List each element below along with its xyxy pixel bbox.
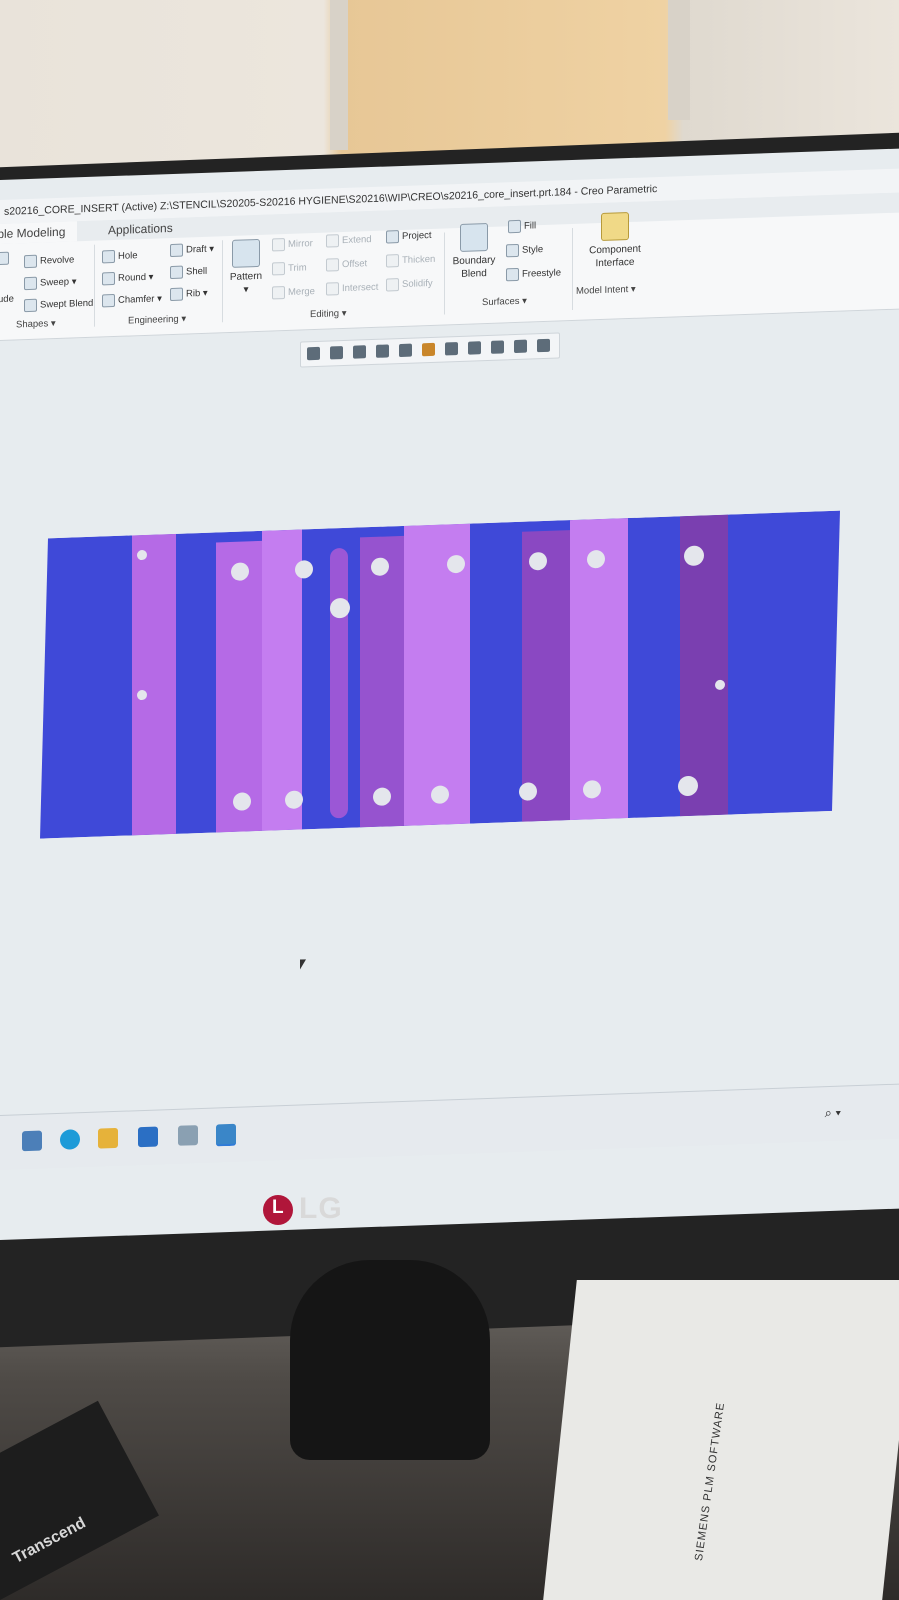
- file-explorer-icon[interactable]: [22, 1130, 42, 1152]
- windows-taskbar: ⌕ ▾: [0, 1083, 899, 1170]
- ribbon-separator: [572, 227, 573, 311]
- mail-icon[interactable]: [138, 1126, 158, 1148]
- display-style-icon[interactable]: [445, 342, 458, 356]
- thicken-icon: [386, 254, 399, 268]
- project-button[interactable]: Project: [386, 229, 432, 244]
- spin-center-icon[interactable]: [537, 338, 550, 353]
- fill-icon: [508, 219, 521, 234]
- round-icon: [102, 271, 115, 286]
- rib-icon: [170, 287, 183, 302]
- chamfer-icon: [102, 293, 115, 308]
- swept-blend-button[interactable]: Swept Blend: [24, 297, 93, 313]
- model-rib: [522, 530, 570, 822]
- intersect-icon: [326, 282, 339, 296]
- shell-icon: [170, 265, 183, 280]
- trim-icon: [272, 262, 285, 276]
- group-shapes[interactable]: Shapes ▾: [16, 318, 56, 330]
- lg-logo-icon: [263, 1195, 293, 1226]
- solidify-button[interactable]: Solidify: [386, 277, 433, 292]
- annotation-display-icon[interactable]: [514, 339, 527, 354]
- chamfer-button[interactable]: Chamfer ▾: [102, 292, 162, 308]
- tray-binoculars-icon[interactable]: ⌕ ▾: [825, 1105, 841, 1122]
- refit-icon[interactable]: [307, 346, 320, 361]
- extrude-button[interactable]: [0, 251, 12, 266]
- window-frame: [330, 0, 348, 150]
- ribbon-separator: [222, 240, 223, 323]
- extend-button[interactable]: Extend: [326, 233, 372, 248]
- shell-button[interactable]: Shell: [170, 265, 207, 280]
- style-icon: [506, 243, 519, 258]
- freestyle-icon: [506, 267, 519, 282]
- extrude-icon: [0, 251, 9, 266]
- mouse-cursor: [300, 959, 306, 970]
- saved-views-icon[interactable]: [422, 342, 435, 357]
- model-rib: [216, 540, 262, 833]
- offset-icon: [326, 258, 339, 272]
- rib-button[interactable]: Rib ▾: [170, 287, 208, 302]
- creo-icon[interactable]: [216, 1123, 236, 1147]
- trim-button[interactable]: Trim: [272, 261, 307, 276]
- datum-display-icon[interactable]: [491, 340, 504, 354]
- pattern-button[interactable]: Pattern ▾: [228, 238, 264, 297]
- merge-icon: [272, 286, 285, 300]
- repaint-icon[interactable]: [376, 344, 389, 358]
- screen: s20216_CORE_INSERT (Active) Z:\STENCIL\S…: [0, 148, 899, 1241]
- mirror-icon: [272, 238, 285, 252]
- model-pin: [330, 548, 348, 819]
- monitor-stand: [290, 1260, 490, 1460]
- offset-button[interactable]: Offset: [326, 257, 367, 272]
- group-engineering[interactable]: Engineering ▾: [128, 313, 186, 326]
- solidify-icon: [386, 278, 399, 292]
- group-surfaces[interactable]: Surfaces ▾: [482, 296, 527, 309]
- boundary-blend-button[interactable]: Boundary Blend: [448, 222, 500, 282]
- component-interface-button[interactable]: Component Interface: [580, 211, 650, 270]
- mirror-button[interactable]: Mirror: [272, 237, 313, 252]
- model-rib: [262, 529, 302, 831]
- sweep-icon: [24, 276, 37, 291]
- monitor-logo: LG: [263, 1192, 343, 1226]
- merge-button[interactable]: Merge: [272, 285, 315, 300]
- hole-button[interactable]: Hole: [102, 249, 138, 264]
- window-frame: [668, 0, 690, 120]
- swept-blend-icon: [24, 298, 37, 313]
- reorient-icon[interactable]: [399, 343, 412, 358]
- ribbon-separator: [94, 244, 95, 327]
- thicken-button[interactable]: Thicken: [386, 253, 435, 268]
- network-icon[interactable]: [178, 1125, 198, 1146]
- model-rib: [360, 535, 404, 828]
- folder-icon[interactable]: [98, 1127, 118, 1149]
- zoom-out-icon[interactable]: [353, 345, 366, 359]
- graphics-toolbar: [300, 332, 560, 368]
- core-insert-model[interactable]: [40, 510, 840, 839]
- ribbon-separator: [444, 232, 445, 315]
- extend-icon: [326, 234, 339, 248]
- draft-icon: [170, 243, 183, 258]
- component-interface-icon: [601, 212, 629, 242]
- extrude-label: ude: [0, 293, 14, 306]
- boundary-blend-icon: [460, 222, 488, 252]
- group-editing[interactable]: Editing ▾: [310, 308, 346, 320]
- revolve-icon: [24, 254, 37, 269]
- pattern-icon: [232, 238, 260, 268]
- edge-icon[interactable]: [60, 1129, 80, 1150]
- draft-button[interactable]: Draft ▾: [170, 243, 214, 258]
- revolve-button[interactable]: Revolve: [24, 253, 74, 269]
- style-button[interactable]: Style: [506, 243, 543, 258]
- zoom-in-icon[interactable]: [330, 346, 343, 360]
- project-icon: [386, 230, 399, 244]
- model-rib: [132, 533, 176, 836]
- freestyle-button[interactable]: Freestyle: [506, 266, 561, 282]
- sweep-button[interactable]: Sweep ▾: [24, 275, 76, 291]
- fill-button[interactable]: Fill: [508, 219, 536, 234]
- intersect-button[interactable]: Intersect: [326, 281, 378, 296]
- round-button[interactable]: Round ▾: [102, 271, 153, 286]
- group-model-intent[interactable]: Model Intent ▾: [576, 284, 636, 297]
- hole-icon: [102, 249, 115, 264]
- view-manager-icon[interactable]: [468, 341, 481, 355]
